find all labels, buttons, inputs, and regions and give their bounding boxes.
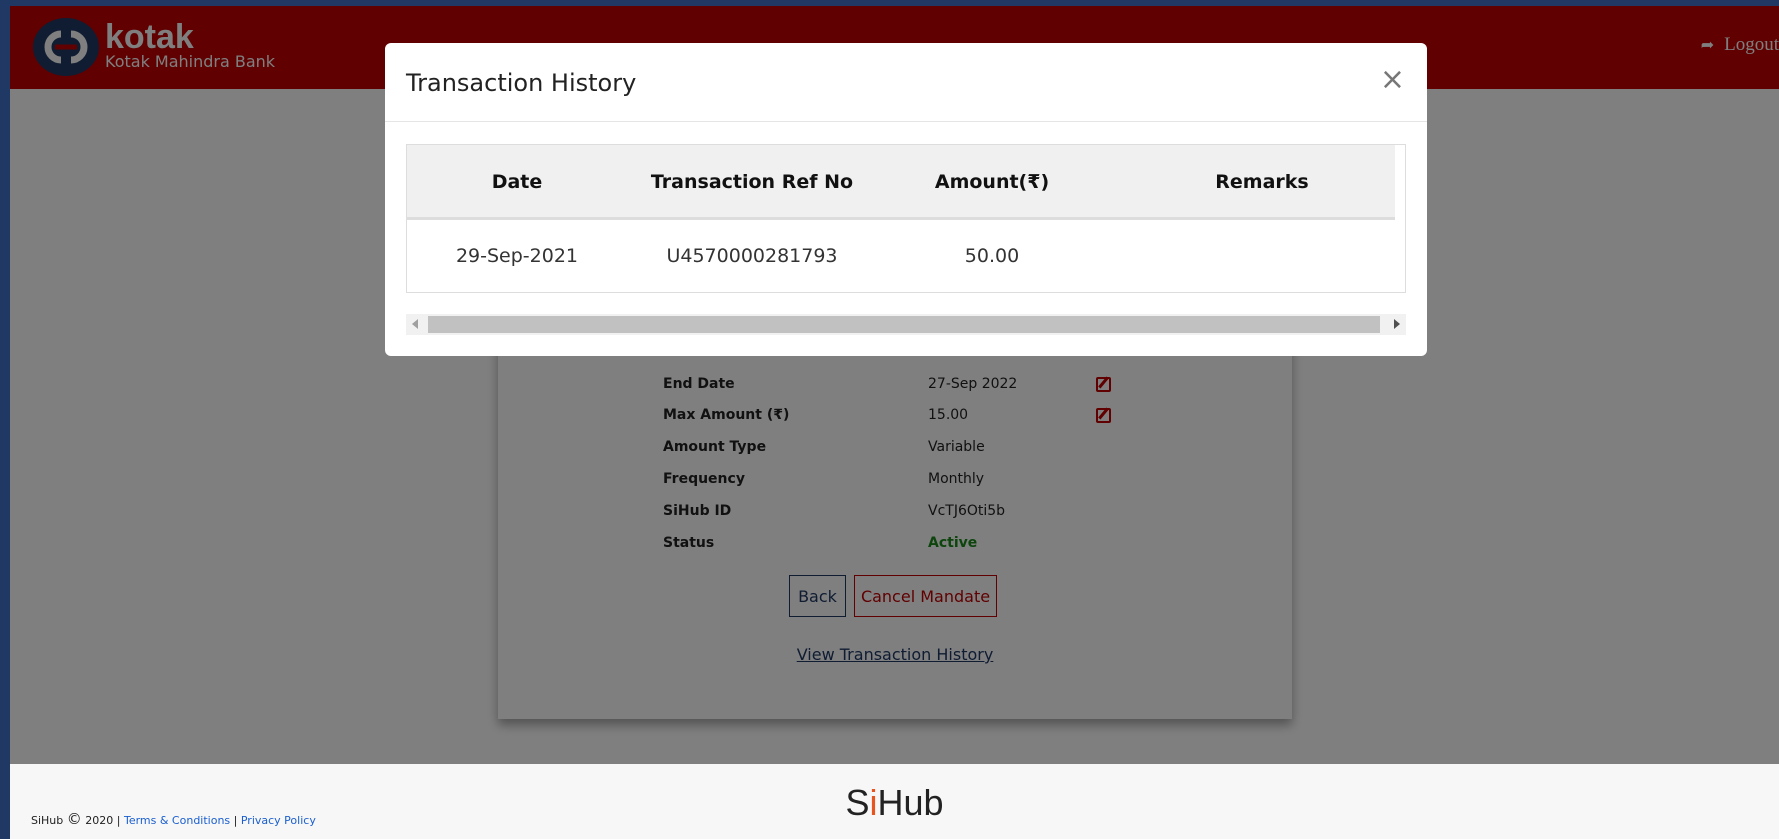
cell-date: 29-Sep-2021 (455, 245, 579, 267)
scroll-right-arrow-icon[interactable] (1394, 319, 1400, 329)
column-header-ref-no: Transaction Ref No (650, 171, 854, 193)
modal-title: Transaction History (406, 69, 637, 97)
modal-header: Transaction History × (385, 43, 1427, 122)
sihub-logo-hub: Hub (877, 782, 944, 823)
column-header-date: Date (491, 171, 543, 193)
column-header-remarks: Remarks (1215, 171, 1309, 193)
cell-ref-no: U4570000281793 (666, 245, 838, 267)
transaction-history-modal: Transaction History × Date Transaction R… (385, 43, 1427, 356)
page-footer: SiHub © 2020 | Terms & Conditions | Priv… (10, 764, 1779, 839)
table-header: Date Transaction Ref No Amount(₹) Remark… (407, 145, 1395, 220)
scroll-left-arrow-icon[interactable] (412, 319, 418, 329)
transaction-table: Date Transaction Ref No Amount(₹) Remark… (406, 144, 1406, 293)
column-header-amount: Amount(₹) (934, 171, 1050, 193)
sihub-logo-s: S (845, 782, 870, 823)
browser-viewport: kotak Kotak Mahindra Bank ➦ Logout End D… (10, 6, 1779, 839)
cell-amount: 50.00 (964, 245, 1020, 267)
close-icon[interactable]: × (1380, 65, 1405, 95)
scrollbar-thumb[interactable] (428, 316, 1380, 333)
sihub-logo: SiHub (10, 782, 1779, 824)
horizontal-scrollbar[interactable] (406, 314, 1406, 335)
